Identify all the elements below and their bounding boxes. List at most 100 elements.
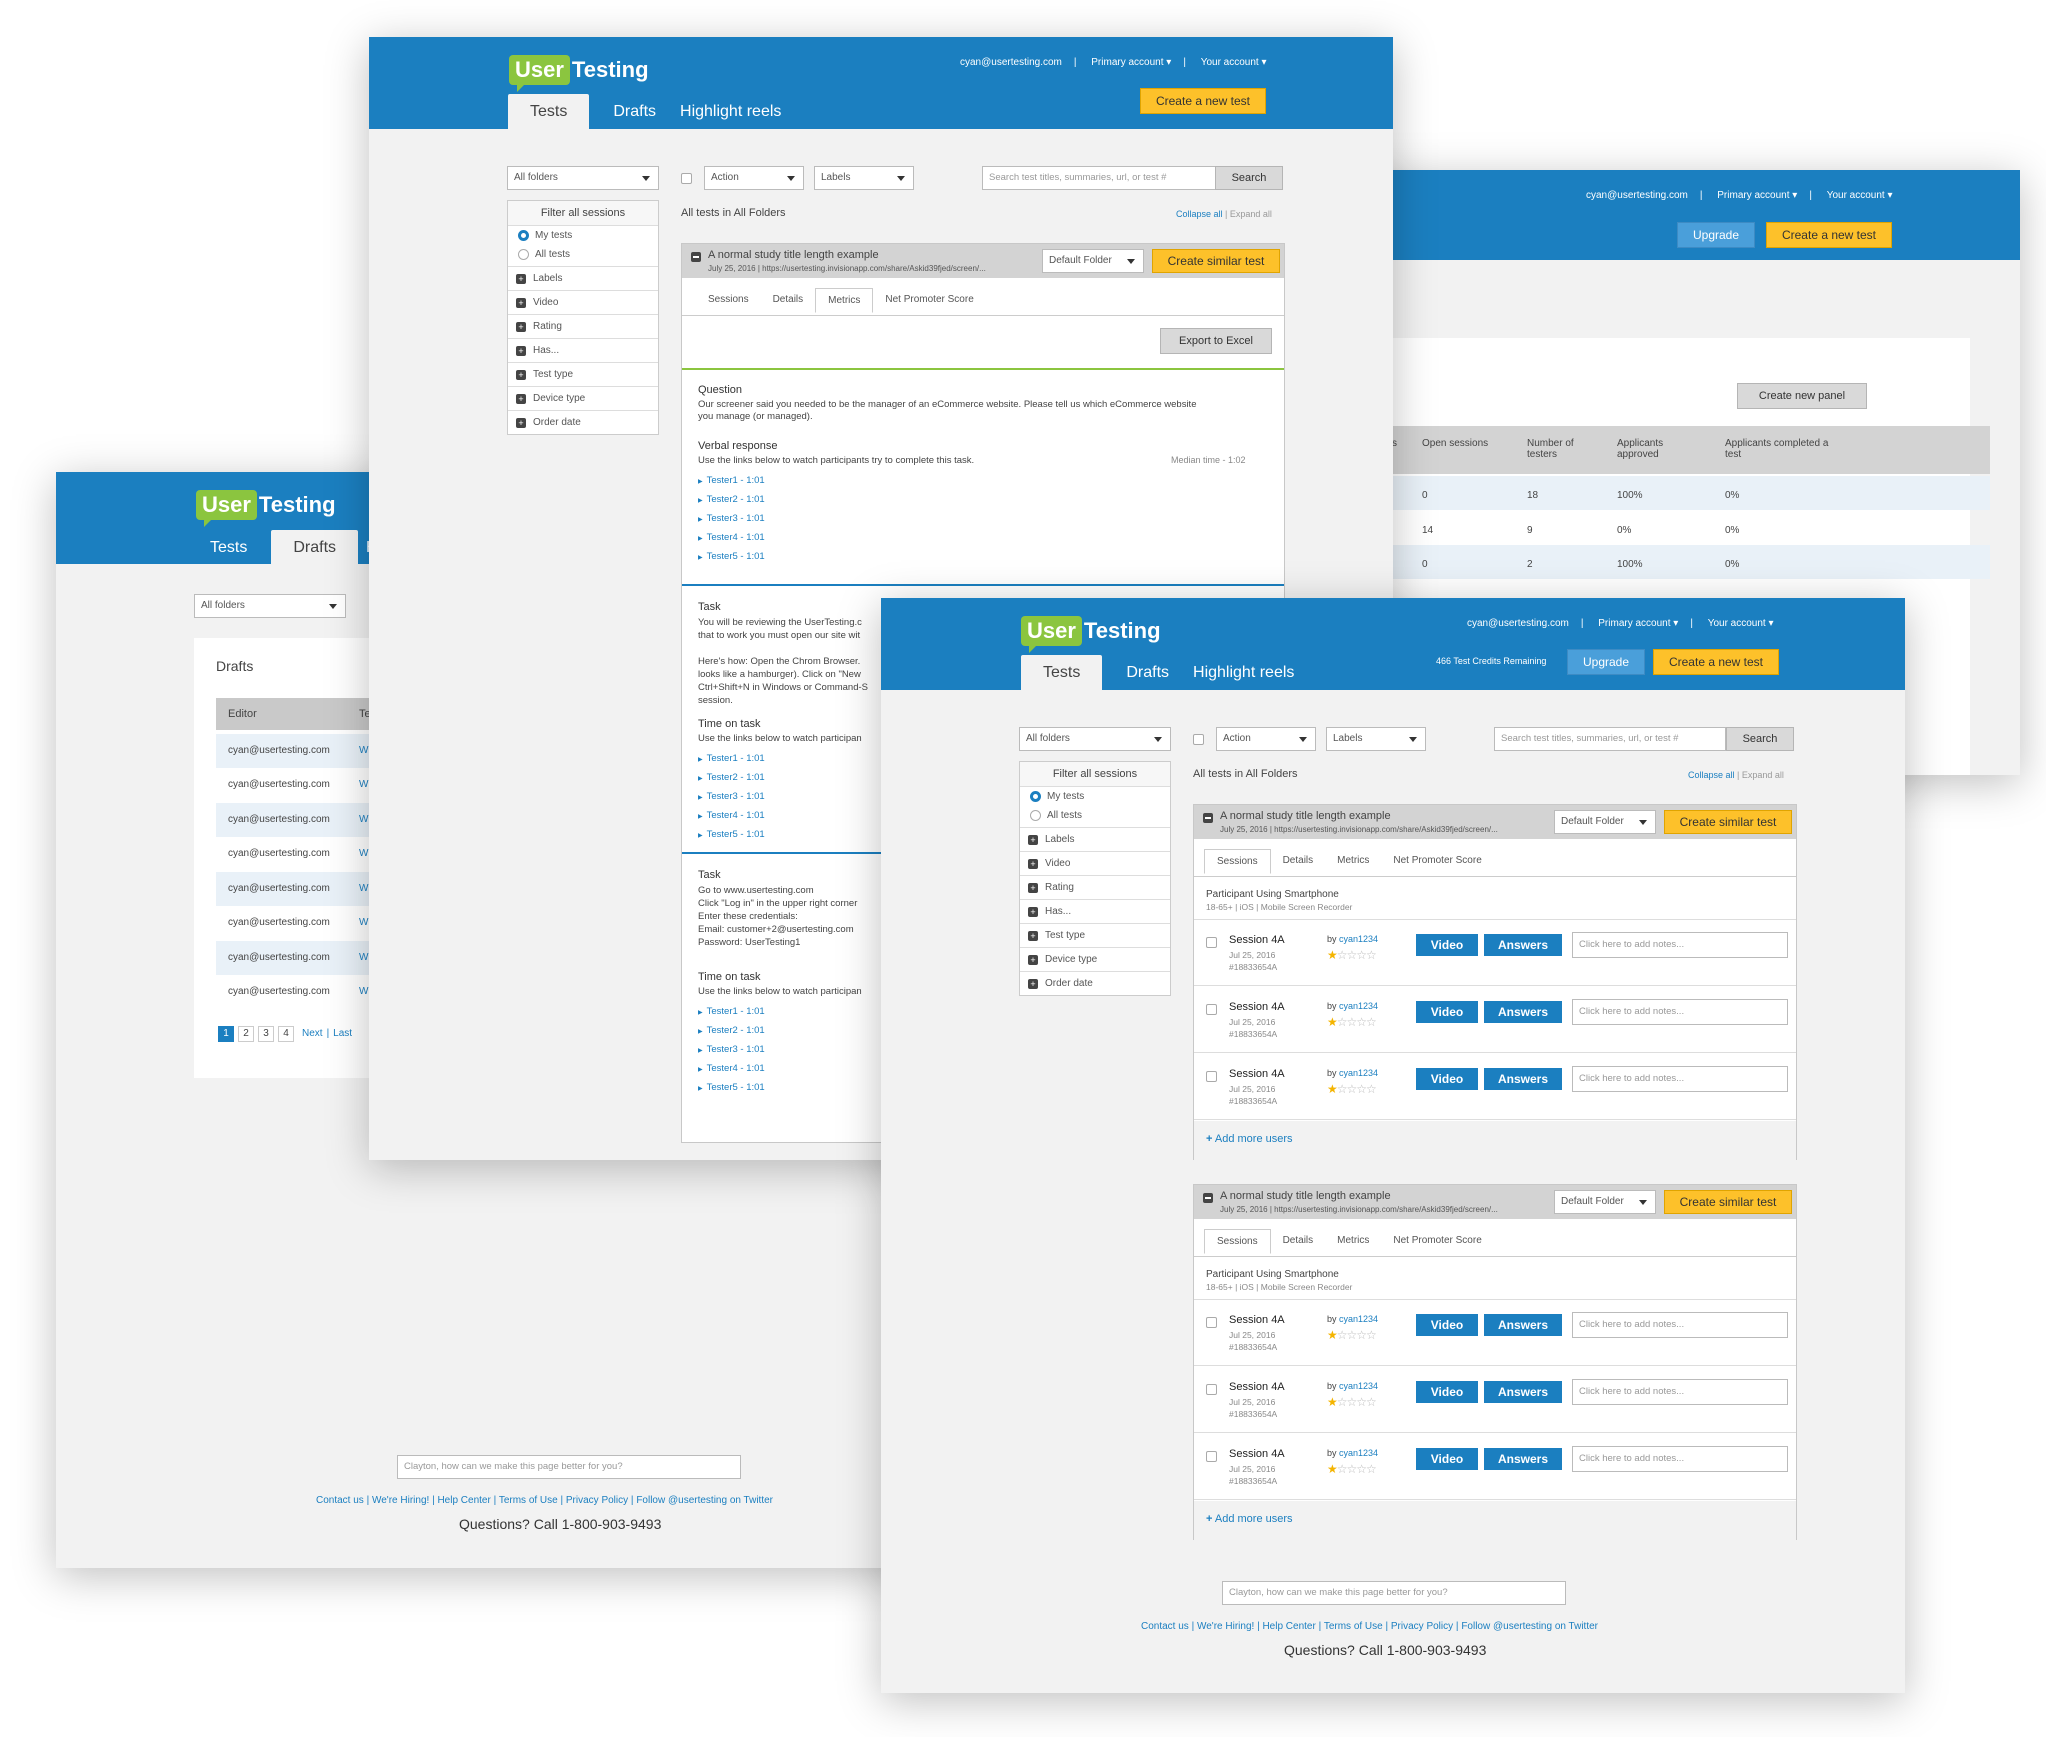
action-select[interactable]: Action [1216,727,1316,751]
answers-button[interactable]: Answers [1484,1314,1562,1336]
page-2[interactable]: 2 [238,1026,254,1042]
video-button[interactable]: Video [1416,1448,1478,1470]
filter-rating[interactable]: + Rating [508,314,658,338]
feedback-input[interactable]: Clayton, how can we make this page bette… [1222,1581,1566,1605]
primary-account-menu[interactable]: Primary account ▾ [1091,57,1171,68]
folder-select[interactable]: Default Folder [1554,810,1656,834]
tab-drafts[interactable]: Drafts [271,530,359,566]
folders-select[interactable]: All folders [1019,727,1171,751]
page-3[interactable]: 3 [258,1026,274,1042]
create-test-button[interactable]: Create a new test [1766,222,1892,248]
create-panel-button[interactable]: Create new panel [1737,383,1867,409]
user-link[interactable]: cyan1234 [1339,1001,1378,1011]
email-link[interactable]: cyan@usertesting.com [960,57,1062,68]
add-more-users-link[interactable]: + Add more users [1206,1133,1293,1145]
tester-link[interactable]: Tester5 - 1:01 [698,1081,765,1096]
session-checkbox[interactable] [1206,1071,1217,1082]
filter-labels[interactable]: + Labels [1020,827,1170,851]
video-button[interactable]: Video [1416,934,1478,956]
tab-details[interactable]: Details [761,288,816,313]
rating-stars[interactable]: ★☆☆☆☆ [1327,1395,1377,1409]
tab-metrics[interactable]: Metrics [1325,849,1381,874]
email-link[interactable]: cyan@usertesting.com [1467,618,1569,629]
tab-highlight-reels[interactable]: Highlight reels [1193,655,1294,691]
add-more-users-link[interactable]: + Add more users [1206,1513,1293,1525]
answers-button[interactable]: Answers [1484,1381,1562,1403]
folder-select[interactable]: Default Folder [1042,249,1144,273]
create-similar-button[interactable]: Create similar test [1152,249,1280,273]
search-input[interactable]: Search test titles, summaries, url, or t… [1494,727,1726,751]
your-account-menu[interactable]: Your account ▾ [1201,57,1267,68]
filter-test-type[interactable]: + Test type [508,362,658,386]
create-similar-button[interactable]: Create similar test [1664,1190,1792,1214]
folders-select[interactable]: All folders [194,594,346,618]
video-button[interactable]: Video [1416,1381,1478,1403]
tester-link[interactable]: Tester4 - 1:01 [698,531,765,546]
tab-details[interactable]: Details [1271,849,1326,874]
tab-tests[interactable]: Tests [508,94,590,130]
collapse-icon[interactable] [1203,813,1213,823]
tester-link[interactable]: Tester3 - 1:01 [698,1043,765,1058]
user-link[interactable]: cyan1234 [1339,1314,1378,1324]
tab-tests[interactable]: Tests [210,530,247,566]
collapse-icon[interactable] [1203,1193,1213,1203]
create-test-button[interactable]: Create a new test [1140,88,1266,114]
user-link[interactable]: cyan1234 [1339,1068,1378,1078]
user-link[interactable]: cyan1234 [1339,1448,1378,1458]
video-button[interactable]: Video [1416,1068,1478,1090]
filter-device-type[interactable]: + Device type [508,386,658,410]
tab-metrics[interactable]: Metrics [1325,1229,1381,1254]
rating-stars[interactable]: ★☆☆☆☆ [1327,1328,1377,1342]
filter-device-type[interactable]: + Device type [1020,947,1170,971]
next-link[interactable]: Next [302,1026,323,1042]
search-button[interactable]: Search [1726,727,1794,751]
page-4[interactable]: 4 [278,1026,294,1042]
upgrade-button[interactable]: Upgrade [1677,222,1755,248]
my-tests-radio[interactable]: My tests [1020,787,1170,806]
help-link[interactable]: Help Center [1262,1621,1315,1632]
select-all-checkbox[interactable] [1193,734,1204,745]
search-button[interactable]: Search [1215,166,1283,190]
tester-link[interactable]: Tester1 - 1:01 [698,752,765,767]
my-tests-radio[interactable]: My tests [508,226,658,245]
tester-link[interactable]: Tester5 - 1:01 [698,550,765,565]
collapse-all-link[interactable]: Collapse all [1176,209,1223,219]
answers-button[interactable]: Answers [1484,1448,1562,1470]
notes-input[interactable]: Click here to add notes... [1572,1446,1788,1472]
tab-drafts[interactable]: Drafts [613,94,656,130]
tab-details[interactable]: Details [1271,1229,1326,1254]
hiring-link[interactable]: We're Hiring! [372,1495,429,1506]
create-similar-button[interactable]: Create similar test [1664,810,1792,834]
privacy-link[interactable]: Privacy Policy [566,1495,628,1506]
select-all-checkbox[interactable] [681,173,692,184]
notes-input[interactable]: Click here to add notes... [1572,1379,1788,1405]
email-link[interactable]: cyan@usertesting.com [1586,190,1688,201]
answers-button[interactable]: Answers [1484,934,1562,956]
collapse-icon[interactable] [691,252,701,262]
tab-sessions[interactable]: Sessions [1204,849,1271,874]
labels-select[interactable]: Labels [1326,727,1426,751]
terms-link[interactable]: Terms of Use [1324,1621,1383,1632]
notes-input[interactable]: Click here to add notes... [1572,1066,1788,1092]
help-link[interactable]: Help Center [437,1495,490,1506]
primary-account-menu[interactable]: Primary account ▾ [1717,190,1797,201]
user-link[interactable]: cyan1234 [1339,934,1378,944]
rating-stars[interactable]: ★☆☆☆☆ [1327,1462,1377,1476]
answers-button[interactable]: Answers [1484,1001,1562,1023]
privacy-link[interactable]: Privacy Policy [1391,1621,1453,1632]
tester-link[interactable]: Tester2 - 1:01 [698,493,765,508]
contact-link[interactable]: Contact us [316,1495,364,1506]
tester-link[interactable]: Tester2 - 1:01 [698,771,765,786]
feedback-input[interactable]: Clayton, how can we make this page bette… [397,1455,741,1479]
tab-sessions[interactable]: Sessions [1204,1229,1271,1254]
tab-drafts[interactable]: Drafts [1126,655,1169,691]
answers-button[interactable]: Answers [1484,1068,1562,1090]
filter-order-date[interactable]: + Order date [1020,971,1170,995]
create-test-button[interactable]: Create a new test [1653,649,1779,675]
expand-all-link[interactable]: Expand all [1230,209,1272,219]
search-input[interactable]: Search test titles, summaries, url, or t… [982,166,1222,190]
twitter-link[interactable]: Follow @usertesting on Twitter [636,1495,773,1506]
labels-select[interactable]: Labels [814,166,914,190]
tab-nps[interactable]: Net Promoter Score [1381,849,1493,874]
folders-select[interactable]: All folders [507,166,659,190]
